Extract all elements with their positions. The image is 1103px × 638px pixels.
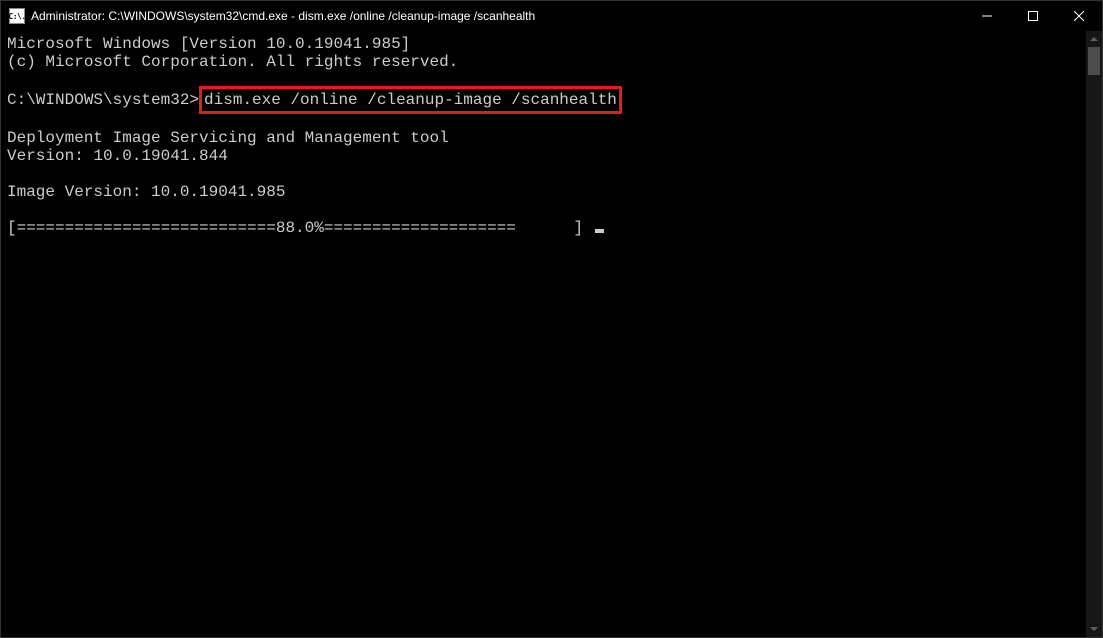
dism-tool-version: Version: 10.0.19041.844 — [7, 147, 228, 165]
progress-bar: [===========================88.0%=======… — [7, 219, 593, 237]
maximize-button[interactable] — [1010, 1, 1056, 31]
minimize-icon — [982, 11, 992, 21]
maximize-icon — [1028, 11, 1038, 21]
close-button[interactable] — [1056, 1, 1102, 31]
command-highlight: dism.exe /online /cleanup-image /scanhea… — [199, 86, 622, 114]
titlebar[interactable]: C:\. Administrator: C:\WINDOWS\system32\… — [1, 1, 1102, 31]
prompt-prefix: C:\WINDOWS\system32> — [7, 91, 199, 109]
dism-tool-name: Deployment Image Servicing and Managemen… — [7, 129, 449, 147]
window-title: Administrator: C:\WINDOWS\system32\cmd.e… — [31, 9, 964, 23]
window-controls — [964, 1, 1102, 31]
scroll-down-arrow-icon[interactable] — [1086, 621, 1102, 637]
cmd-icon: C:\. — [9, 8, 25, 24]
minimize-button[interactable] — [964, 1, 1010, 31]
scrollbar-track[interactable] — [1086, 47, 1102, 621]
terminal-output[interactable]: Microsoft Windows [Version 10.0.19041.98… — [1, 31, 1086, 637]
client-area: Microsoft Windows [Version 10.0.19041.98… — [1, 31, 1102, 637]
cmd-window: C:\. Administrator: C:\WINDOWS\system32\… — [0, 0, 1103, 638]
cursor — [595, 229, 604, 233]
vertical-scrollbar[interactable] — [1086, 31, 1102, 637]
copyright-line: (c) Microsoft Corporation. All rights re… — [7, 53, 458, 71]
version-line: Microsoft Windows [Version 10.0.19041.98… — [7, 35, 410, 53]
scroll-up-arrow-icon[interactable] — [1086, 31, 1102, 47]
image-version: Image Version: 10.0.19041.985 — [7, 183, 285, 201]
close-icon — [1074, 11, 1084, 21]
scrollbar-thumb[interactable] — [1088, 47, 1100, 75]
